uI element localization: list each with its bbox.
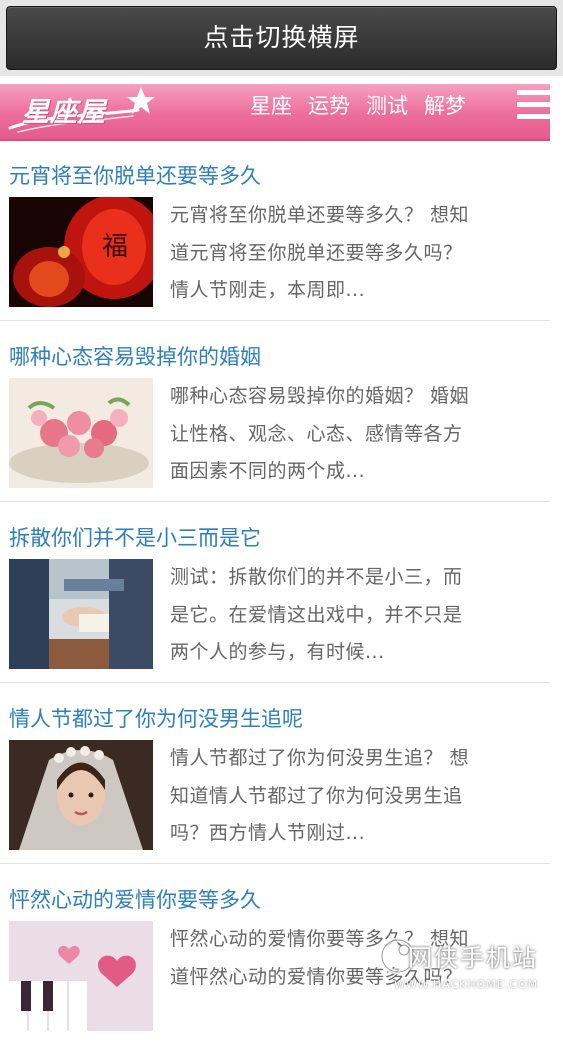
star-icon [127,87,155,114]
list-item[interactable]: 拆散你们并不是小三而是它 测试：拆散你们的并不是小三，而 是它。在爱情这出戏中，… [0,502,550,683]
red-lanterns-image[interactable]: 福 [9,197,153,307]
site-logo[interactable]: 星座屋 [8,84,158,139]
article-title[interactable]: 哪种心态容易毁掉你的婚姻 [9,341,261,371]
pink-roses-image[interactable] [9,378,153,488]
article-title[interactable]: 元宵将至你脱单还要等多久 [9,160,261,190]
top-bar: 点击切换横屏 [0,0,563,76]
watermark-text: 网侠手机站 [408,944,538,972]
list-item[interactable]: 情人节都过了你为何没男生追呢 情人节都过了你为何没男生追？ 想 知道情人节都过了… [0,683,550,864]
nav-item-yunshi[interactable]: 运势 [308,84,350,139]
switch-landscape-button[interactable]: 点击切换横屏 [6,6,557,70]
article-title[interactable]: 拆散你们并不是小三而是它 [9,522,261,552]
main-nav: 星座 运势 测试 解梦 [250,84,482,139]
logo-text: 星座屋 [22,97,106,128]
list-item[interactable]: 哪种心态容易毁掉你的婚姻 哪种心态容易毁掉你的婚姻？ 婚姻 让性格、观念、心态、… [0,321,550,502]
nav-item-ceshi[interactable]: 测试 [366,84,408,139]
article-excerpt: 元宵将至你脱单还要等多久？ 想知 道元宵将至你脱单还要等多久吗？ 情人节刚走，本… [170,204,470,301]
list-item[interactable]: 元宵将至你脱单还要等多久 福 元宵将至你脱单还要等多久？ 想知 道元宵将至你脱单… [0,140,550,321]
article-excerpt: 哪种心态容易毁掉你的婚姻？ 婚姻 让性格、观念、心态、感情等各方 面因素不同的两… [170,385,470,482]
hamburger-menu-icon[interactable] [517,90,551,124]
couple-hands-image[interactable] [9,559,153,669]
nav-item-xingzuo[interactable]: 星座 [250,84,292,139]
article-list: 元宵将至你脱单还要等多久 福 元宵将至你脱单还要等多久？ 想知 道元宵将至你脱单… [0,140,563,1044]
nav-item-jiemeng[interactable]: 解梦 [424,84,466,139]
piano-hearts-image[interactable] [9,921,153,1031]
site-header: 星座屋 星座 运势 测试 解梦 [0,84,551,141]
watermark-url: WWW.HACKHOME.COM [394,978,539,991]
site-watermark: 网侠手机站 WWW.HACKHOME.COM [378,930,558,1000]
article-title[interactable]: 怦然心动的爱情你要等多久 [9,884,261,914]
bride-veil-image[interactable] [9,740,153,850]
article-excerpt: 情人节都过了你为何没男生追？ 想 知道情人节都过了你为何没男生追 吗？西方情人节… [170,747,470,844]
svg-text:福: 福 [102,232,128,262]
article-excerpt: 测试：拆散你们的并不是小三，而 是它。在爱情这出戏中，并不只是 两个人的参与，有… [170,566,463,663]
article-title[interactable]: 情人节都过了你为何没男生追呢 [9,703,303,733]
